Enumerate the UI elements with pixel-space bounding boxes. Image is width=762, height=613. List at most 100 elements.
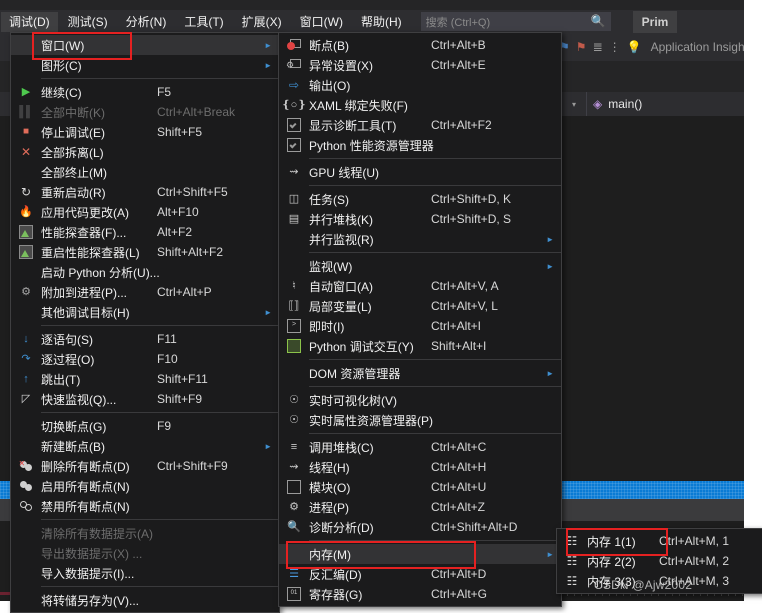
diagnostic-tools-icon <box>287 118 301 132</box>
debug-menu-item[interactable]: ↑ 跳出(T) Shift+F11 <box>11 369 279 389</box>
debug-menu-item[interactable]: ■ 停止调试(E) Shift+F5 <box>11 122 279 142</box>
windows-submenu-panel[interactable]: 断点(B) Ctrl+Alt+B ⚙ 异常设置(X) Ctrl+Alt+E ⇨ 输出(O) ❴… <box>278 32 562 607</box>
debug-menu-item[interactable]: 导出数据提示(X) ... <box>11 543 279 563</box>
menu-item-icon: ☉ <box>279 414 309 426</box>
menu-item-label: 断点(B) <box>309 38 349 53</box>
menubar-item-help[interactable]: 帮助(H) <box>353 12 410 32</box>
debug-menu-item[interactable]: 窗口(W) ► <box>11 35 279 55</box>
toolbar-dots-icon[interactable]: ⋮ <box>609 40 621 54</box>
menu-item-icon: ☰ <box>279 568 309 580</box>
debug-menu-item[interactable]: 全部终止(M) <box>11 162 279 182</box>
debug-menu-item[interactable]: ↓ 逐语句(S) F11 <box>11 329 279 349</box>
windows-submenu-item[interactable]: ⇨ 输出(O) <box>279 75 561 95</box>
debug-menu-panel[interactable]: 窗口(W) ► 图形(C) ► ▶ 继续(C) F5 ▌▌ 全部中断(K) Ctrl+Alt+Br… <box>10 32 280 613</box>
menubar-item-tools[interactable]: 工具(T) <box>176 12 231 32</box>
debug-menu-item[interactable]: 禁用所有断点(N) <box>11 496 279 516</box>
modules-icon <box>287 480 301 494</box>
menu-item-label: 寄存器(G) <box>309 587 363 602</box>
debug-menu-item[interactable]: 导入数据提示(I)... <box>11 563 279 583</box>
windows-submenu-item[interactable]: ☉ 实时属性资源管理器(P) <box>279 410 561 430</box>
windows-submenu-item[interactable]: ⇝ GPU 线程(U) <box>279 162 561 182</box>
menubar-item-analyze[interactable]: 分析(N) <box>118 12 175 32</box>
windows-submenu-item[interactable]: ▤ 并行堆栈(K) Ctrl+Shift+D, S <box>279 209 561 229</box>
menu-item-label: 反汇编(D) <box>309 567 362 582</box>
windows-submenu-item[interactable]: ♮ 自动窗口(A) Ctrl+Alt+V, A <box>279 276 561 296</box>
menu-item-icon <box>279 138 309 152</box>
menu-item-label: 将转储另存为(V)... <box>41 593 139 608</box>
windows-submenu-item[interactable]: 01 寄存器(G) Ctrl+Alt+G <box>279 584 561 604</box>
menu-item-label: 显示诊断工具(T) <box>309 118 397 133</box>
memory-icon: ☷ <box>566 534 578 548</box>
windows-submenu-item[interactable]: 🔍 诊断分析(D) Ctrl+Shift+Alt+D <box>279 517 561 537</box>
menu-item-shortcut: Ctrl+Alt+C <box>431 440 487 454</box>
debug-menu-item[interactable]: 清除所有数据提示(A) <box>11 523 279 543</box>
menu-item-icon: ↓ <box>11 333 41 345</box>
menubar-item-window[interactable]: 窗口(W) <box>292 12 351 32</box>
debug-menu-item[interactable]: 性能探查器(F)... Alt+F2 <box>11 222 279 242</box>
menu-item-label: 应用代码更改(A) <box>41 205 129 220</box>
windows-submenu-item[interactable]: 断点(B) Ctrl+Alt+B <box>279 35 561 55</box>
debug-menu-item[interactable]: 🔥 应用代码更改(A) Alt+F10 <box>11 202 279 222</box>
exception-settings-icon: ⚙ <box>286 59 301 71</box>
windows-submenu-item[interactable]: Python 调试交互(Y) Shift+Alt+I <box>279 336 561 356</box>
menu-separator <box>309 185 561 186</box>
debug-menu-item[interactable]: ⚙ 附加到进程(P)... Ctrl+Alt+P <box>11 282 279 302</box>
windows-submenu-item[interactable]: Python 性能资源管理器 <box>279 135 561 155</box>
debug-menu-item[interactable]: ▌▌ 全部中断(K) Ctrl+Alt+Break <box>11 102 279 122</box>
toolbar-overflow-icon[interactable]: ≣ <box>593 40 603 54</box>
menu-item-label: 重新启动(R) <box>41 185 106 200</box>
menubar-item-debug[interactable]: 调试(D) <box>1 11 58 32</box>
parallel-stacks-icon: ▤ <box>288 212 300 225</box>
menu-item-label: 全部中断(K) <box>41 105 105 120</box>
windows-submenu-item[interactable]: ≡ 调用堆栈(C) Ctrl+Alt+C <box>279 437 561 457</box>
debug-menu-item[interactable]: 启用所有断点(N) <box>11 476 279 496</box>
menu-item-label: 自动窗口(A) <box>309 279 373 294</box>
windows-submenu-item[interactable]: ⇝ 线程(H) Ctrl+Alt+H <box>279 457 561 477</box>
debug-menu-item[interactable]: 图形(C) ► <box>11 55 279 75</box>
windows-submenu-item[interactable]: ⚙ 异常设置(X) Ctrl+Alt+E <box>279 55 561 75</box>
debug-menu-item[interactable]: ↻ 重新启动(R) Ctrl+Shift+F5 <box>11 182 279 202</box>
debug-menu-item[interactable]: 切换断点(G) F9 <box>11 416 279 436</box>
windows-submenu-item[interactable]: DOM 资源管理器 ► <box>279 363 561 383</box>
windows-submenu-item[interactable]: 内存(M) ► <box>279 544 561 564</box>
windows-submenu-item[interactable]: ☉ 实时可视化树(V) <box>279 390 561 410</box>
debug-menu-item[interactable]: ▶ 继续(C) F5 <box>11 82 279 102</box>
debug-menu-item[interactable]: 其他调试目标(H) ► <box>11 302 279 322</box>
windows-submenu-item[interactable]: 监视(W) ► <box>279 256 561 276</box>
windows-submenu-item[interactable]: ⚙ 进程(P) Ctrl+Alt+Z <box>279 497 561 517</box>
debug-menu-item[interactable]: 新建断点(B) ► <box>11 436 279 456</box>
windows-submenu-item[interactable]: ⟦⟧ 局部变量(L) Ctrl+Alt+V, L <box>279 296 561 316</box>
debug-menu-item[interactable]: 将转储另存为(V)... <box>11 590 279 610</box>
menu-item-icon: ⇝ <box>279 461 309 473</box>
application-insights-label[interactable]: Application Insights <box>651 40 754 54</box>
menubar-item-extensions[interactable]: 扩展(X) <box>234 12 290 32</box>
debug-menu-item[interactable]: ✕ 删除所有断点(D) Ctrl+Shift+F9 <box>11 456 279 476</box>
memory-submenu-item[interactable]: ☷ 内存 1(1) Ctrl+Alt+M, 1 <box>557 531 762 551</box>
search-input[interactable]: 搜索 (Ctrl+Q) 🔍 <box>420 12 611 31</box>
windows-submenu-item[interactable]: ☰ 反汇编(D) Ctrl+Alt+D <box>279 564 561 584</box>
menu-item-icon: ◫ <box>279 193 309 205</box>
memory-icon: ☷ <box>566 574 578 588</box>
menu-item-label: 内存 1(1) <box>587 534 636 549</box>
debug-menu-item[interactable]: ◸ 快速监视(Q)... Shift+F9 <box>11 389 279 409</box>
memory-submenu-item[interactable]: ☷ 内存 2(2) Ctrl+Alt+M, 2 <box>557 551 762 571</box>
bookmark-delete-icon[interactable]: ⚑ <box>576 40 587 54</box>
profile-badge[interactable]: Prim <box>632 10 678 33</box>
windows-submenu-item[interactable]: 并行监视(R) ► <box>279 229 561 249</box>
windows-submenu-item[interactable]: 显示诊断工具(T) Ctrl+Alt+F2 <box>279 115 561 135</box>
windows-submenu-item[interactable]: 模块(O) Ctrl+Alt+U <box>279 477 561 497</box>
debug-menu-item[interactable]: 重启性能探查器(L) Shift+Alt+F2 <box>11 242 279 262</box>
debug-menu-item[interactable]: ↷ 逐过程(O) F10 <box>11 349 279 369</box>
windows-submenu-item[interactable]: ❴○❵ XAML 绑定失败(F) <box>279 95 561 115</box>
lightbulb-icon[interactable]: 💡 <box>627 40 642 54</box>
debug-menu-item[interactable]: ✕ 全部拆离(L) <box>11 142 279 162</box>
windows-submenu-item[interactable]: ◫ 任务(S) Ctrl+Shift+D, K <box>279 189 561 209</box>
menu-item-shortcut: Ctrl+Alt+P <box>157 285 212 299</box>
debug-menu-item[interactable]: 启动 Python 分析(U)... <box>11 262 279 282</box>
windows-submenu-item[interactable]: > 即时(I) Ctrl+Alt+I <box>279 316 561 336</box>
navbar-chevron-down-icon[interactable]: ▾ <box>572 100 576 109</box>
menu-item-icon <box>279 39 309 51</box>
menu-item-label: 内存(M) <box>309 547 351 562</box>
navbar-symbol-dropdown[interactable]: ◈ main() <box>586 92 643 116</box>
menubar-item-test[interactable]: 测试(S) <box>60 12 116 32</box>
